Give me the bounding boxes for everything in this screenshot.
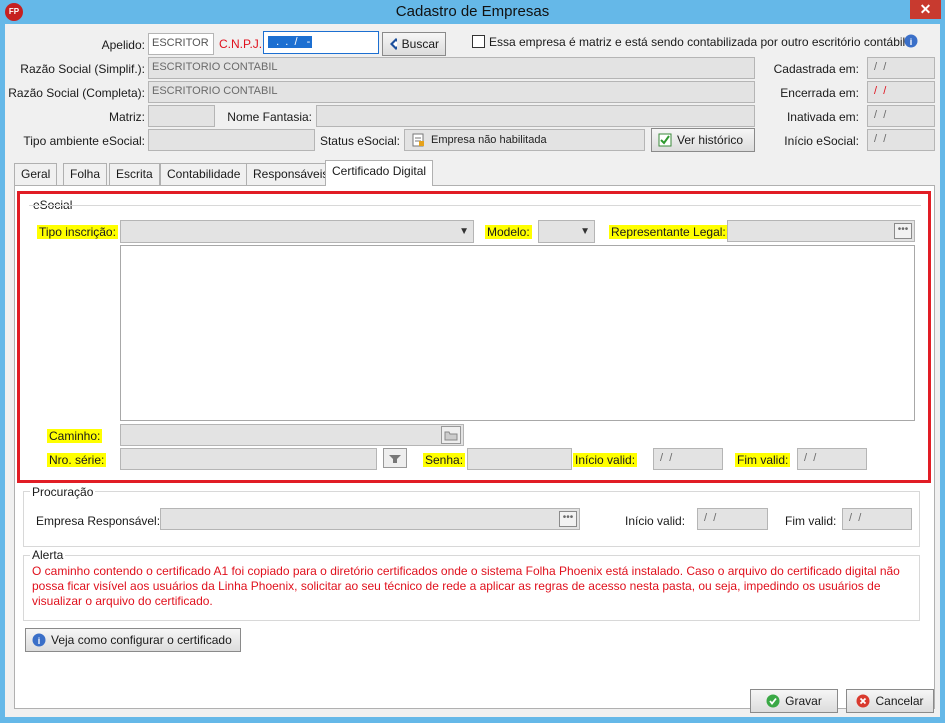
cadastrada-field[interactable]: / / [867, 57, 935, 79]
inicio-valid-label: Início valid: [573, 453, 638, 467]
tipo-ambiente-field[interactable] [148, 129, 315, 151]
inicio-valid-label-text: Início valid: [573, 453, 638, 467]
ellipsis-button[interactable]: ••• [894, 223, 912, 239]
tab-folha[interactable]: Folha [63, 163, 108, 185]
cnpj-field[interactable]: . . / - [263, 31, 379, 54]
tipo-inscricao-label: Tipo inscrição: [37, 225, 118, 239]
inicio-valid-field[interactable]: / / [653, 448, 723, 470]
form-body: Apelido: ESCRITOR C.N.P.J.: . . / - Busc… [5, 24, 940, 717]
tipo-inscricao-select[interactable]: ▼ [120, 220, 474, 243]
representante-label-text: Representante Legal: [609, 225, 728, 239]
inativada-label: Inativada em: [786, 110, 859, 124]
representante-label: Representante Legal: [609, 225, 728, 239]
folder-open-icon[interactable] [441, 426, 461, 444]
matriz-checkbox[interactable] [472, 35, 485, 48]
modelo-label: Modelo: [485, 225, 532, 239]
fim-valid-label-text: Fim valid: [735, 453, 791, 467]
empresa-responsavel-field[interactable]: ••• [160, 508, 580, 530]
window: FP Cadastro de Empresas ✕ Apelido: ESCRI… [0, 0, 945, 723]
apelido-label: Apelido: [101, 38, 145, 52]
cancel-icon [856, 694, 870, 708]
fim-valid-label: Fim valid: [735, 453, 791, 467]
svg-text:i: i [910, 37, 913, 47]
ellipsis-button[interactable]: ••• [559, 511, 577, 527]
modelo-label-text: Modelo: [485, 225, 532, 239]
info-icon: i [32, 633, 46, 647]
fim-valid-field[interactable]: / / [797, 448, 867, 470]
matriz-field[interactable] [148, 105, 215, 127]
nro-serie-label: Nro. série: [47, 453, 107, 467]
cancelar-button[interactable]: Cancelar [846, 689, 934, 713]
close-button[interactable]: ✕ [910, 0, 941, 19]
razao-completa-field[interactable]: ESCRITORIO CONTABIL [148, 81, 755, 103]
cnpj-label: C.N.P.J.: [219, 37, 266, 51]
inicio-esocial-field[interactable]: / / [867, 129, 935, 151]
ver-historico-button[interactable]: Ver histórico [651, 128, 755, 152]
configurar-certificado-button[interactable]: i Veja como configurar o certificado [25, 628, 241, 652]
status-esocial-value: Empresa não habilitada [431, 134, 547, 146]
tipo-inscricao-label-text: Tipo inscrição: [37, 225, 118, 239]
razao-simplif-field[interactable]: ESCRITORIO CONTABIL [148, 57, 755, 79]
history-icon [658, 133, 672, 147]
matriz-checkbox-label: Essa empresa é matriz e está sendo conta… [489, 35, 906, 49]
tab-certificado-digital[interactable]: Certificado Digital [325, 160, 434, 186]
nome-fantasia-field[interactable] [316, 105, 755, 127]
procuracao-fim-valid-field[interactable]: / / [842, 508, 912, 530]
representante-field[interactable]: ••• [727, 220, 915, 242]
info-icon[interactable]: i [904, 34, 918, 48]
cancelar-label: Cancelar [875, 694, 924, 708]
certificate-info-area[interactable] [120, 245, 915, 421]
inicio-esocial-label: Início eSocial: [784, 134, 859, 148]
search-icon [390, 38, 397, 50]
caminho-label-text: Caminho: [47, 429, 103, 443]
encerrada-field[interactable]: / / [867, 81, 935, 103]
gravar-button[interactable]: Gravar [750, 689, 838, 713]
chevron-down-icon: ▼ [580, 226, 590, 237]
window-title: Cadastro de Empresas [395, 3, 550, 20]
tipo-ambiente-label: Tipo ambiente eSocial: [23, 134, 145, 148]
procuracao-inicio-valid-label: Início valid: [625, 514, 686, 528]
procuracao-group-title: Procuração [30, 485, 96, 499]
svg-text:i: i [38, 636, 41, 646]
title-bar: FP Cadastro de Empresas ✕ [0, 0, 945, 24]
gravar-label: Gravar [785, 694, 822, 708]
configurar-certificado-label: Veja como configurar o certificado [51, 633, 232, 647]
cnpj-value: . . / - [268, 36, 313, 48]
tab-escrita[interactable]: Escrita [109, 163, 160, 185]
apelido-field[interactable]: ESCRITOR [148, 33, 214, 55]
alerta-group-title: Alerta [30, 548, 66, 562]
buscar-button[interactable]: Buscar [382, 32, 446, 56]
document-icon [412, 133, 424, 147]
procuracao-inicio-valid-field[interactable]: / / [697, 508, 768, 530]
senha-field[interactable] [467, 448, 572, 470]
encerrada-label: Encerrada em: [780, 86, 859, 100]
ver-historico-label: Ver histórico [677, 133, 744, 147]
cadastrada-label: Cadastrada em: [773, 62, 859, 76]
inativada-field[interactable]: / / [867, 105, 935, 127]
senha-label-text: Senha: [423, 453, 466, 467]
matriz-label: Matriz: [109, 110, 145, 124]
alerta-text: O caminho contendo o certificado A1 foi … [32, 564, 900, 608]
status-esocial-field: Empresa não habilitada [404, 129, 645, 151]
check-icon [766, 694, 780, 708]
empresa-responsavel-label: Empresa Responsável: [36, 514, 161, 528]
modelo-select[interactable]: ▼ [538, 220, 595, 243]
caminho-label: Caminho: [47, 429, 103, 443]
tab-contabilidade[interactable]: Contabilidade [160, 163, 248, 185]
tab-responsaveis[interactable]: Responsáveis [246, 163, 336, 185]
buscar-label: Buscar [401, 37, 439, 51]
filter-icon[interactable] [383, 448, 407, 468]
tab-geral[interactable]: Geral [14, 163, 58, 185]
chevron-down-icon: ▼ [459, 226, 469, 237]
nro-serie-label-text: Nro. série: [47, 453, 107, 467]
razao-completa-label: Razão Social (Completa): [8, 86, 145, 100]
razao-simplif-label: Razão Social (Simplif.): [20, 62, 145, 76]
senha-label: Senha: [423, 453, 466, 467]
nome-fantasia-label: Nome Fantasia: [227, 110, 312, 124]
caminho-field[interactable] [120, 424, 464, 446]
procuracao-fim-valid-label: Fim valid: [785, 514, 837, 528]
status-esocial-label: Status eSocial: [319, 134, 400, 148]
nro-serie-field[interactable] [120, 448, 377, 470]
